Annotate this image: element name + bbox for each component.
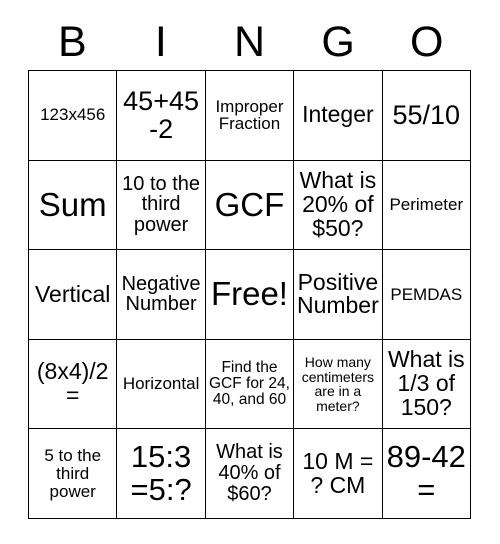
bingo-cell[interactable]: Perimeter bbox=[381, 159, 472, 251]
bingo-header-letter-i: I bbox=[154, 17, 167, 66]
bingo-row: 5 to the third power 15:3 =5:? What is 4… bbox=[27, 428, 472, 519]
bingo-cell[interactable]: How many centimeters are in a meter? bbox=[293, 338, 383, 430]
bingo-header-letter-n: N bbox=[233, 17, 266, 66]
bingo-cell[interactable]: What is 20% of $50? bbox=[293, 159, 383, 251]
bingo-cell[interactable]: Positive Number bbox=[293, 249, 383, 340]
bingo-cell[interactable]: 5 to the third power bbox=[27, 428, 118, 519]
bingo-card: B I N G O 123x456 45+45-2 Improper Fract… bbox=[0, 0, 500, 544]
bingo-cell[interactable]: PEMDAS bbox=[381, 249, 472, 340]
bingo-cell[interactable]: Find the GCF for 24, 40, and 60 bbox=[204, 338, 295, 430]
bingo-header-letter-o: O bbox=[409, 17, 444, 66]
bingo-cell-free[interactable]: Free! bbox=[204, 249, 295, 340]
bingo-cell[interactable]: What is 40% of $60? bbox=[204, 428, 295, 519]
bingo-cell[interactable]: 123x456 bbox=[27, 70, 118, 161]
bingo-cell[interactable]: 89-42 = bbox=[381, 428, 472, 519]
bingo-header-letter-b: B bbox=[57, 17, 87, 66]
bingo-cell[interactable]: 15:3 =5:? bbox=[116, 428, 206, 519]
bingo-cell[interactable]: 10 M = ? CM bbox=[293, 428, 383, 519]
bingo-cell[interactable]: Sum bbox=[27, 159, 118, 251]
bingo-cell[interactable]: What is 1/3 of 150? bbox=[381, 338, 472, 430]
bingo-cell[interactable]: (8x4)/2 = bbox=[27, 338, 118, 430]
bingo-row: Sum 10 to the third power GCF What is 20… bbox=[27, 159, 472, 251]
bingo-row: Vertical Negative Number Free! Positive … bbox=[27, 249, 472, 340]
bingo-header-letter-g: G bbox=[321, 17, 355, 66]
bingo-cell[interactable]: Horizontal bbox=[116, 338, 206, 430]
bingo-cell[interactable]: Improper Fraction bbox=[204, 70, 295, 161]
bingo-cell[interactable]: Vertical bbox=[27, 249, 118, 340]
bingo-row: 123x456 45+45-2 Improper Fraction Intege… bbox=[27, 70, 472, 161]
bingo-cell[interactable]: GCF bbox=[204, 159, 295, 251]
bingo-header: B I N G O bbox=[28, 14, 471, 70]
bingo-cell[interactable]: 55/10 bbox=[381, 70, 472, 161]
bingo-row: (8x4)/2 = Horizontal Find the GCF for 24… bbox=[27, 338, 472, 430]
bingo-cell[interactable]: 10 to the third power bbox=[116, 159, 206, 251]
bingo-cell[interactable]: Negative Number bbox=[116, 249, 206, 340]
bingo-cell[interactable]: 45+45-2 bbox=[116, 70, 206, 161]
bingo-grid: 123x456 45+45-2 Improper Fraction Intege… bbox=[27, 70, 472, 519]
bingo-cell[interactable]: Integer bbox=[293, 70, 383, 161]
